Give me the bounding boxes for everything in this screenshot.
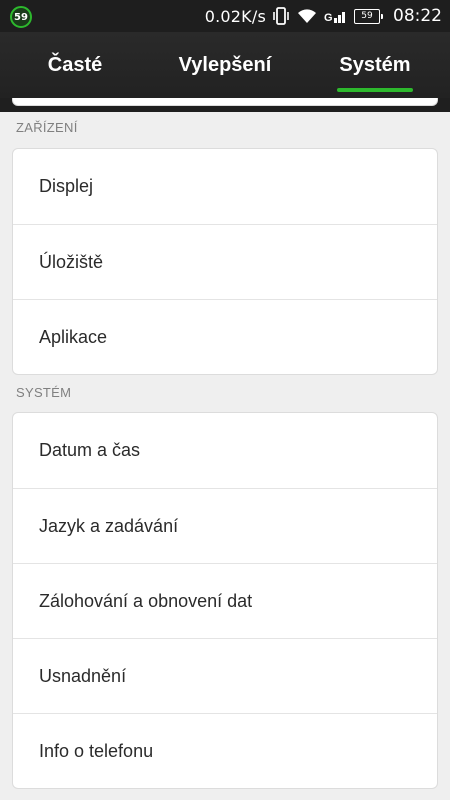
list-item-accessibility[interactable]: Usnadnění bbox=[13, 638, 437, 713]
wifi-icon bbox=[296, 7, 318, 25]
network-speed: 0.02K/s bbox=[204, 6, 266, 26]
section-header-system: SYSTÉM bbox=[16, 385, 72, 400]
list-item-about-phone[interactable]: Info o telefonu bbox=[13, 713, 437, 788]
list-item-display[interactable]: Displej bbox=[13, 149, 437, 224]
tab-caste[interactable]: Časté bbox=[0, 32, 150, 98]
battery-level: 59 bbox=[361, 11, 373, 21]
tab-bar: Časté Vylepšení Systém bbox=[0, 32, 450, 98]
clock: 08:22 bbox=[393, 6, 442, 26]
settings-list[interactable]: ZAŘÍZENÍ Displej Úložiště Aplikace SYSTÉ… bbox=[0, 98, 450, 800]
tab-label: Časté bbox=[47, 53, 103, 76]
tab-system[interactable]: Systém bbox=[300, 32, 450, 98]
system-settings-card: Datum a čas Jazyk a zadávání Zálohování … bbox=[12, 412, 438, 789]
tab-label: Vylepšení bbox=[178, 53, 272, 76]
list-item-apps[interactable]: Aplikace bbox=[13, 299, 437, 374]
svg-text:G: G bbox=[324, 12, 333, 24]
battery-icon: 59 bbox=[354, 8, 383, 24]
device-settings-card: Displej Úložiště Aplikace bbox=[12, 148, 438, 375]
status-bar-right: 0.02K/s G 59 08:22 bbox=[205, 0, 442, 32]
section-header-device: ZAŘÍZENÍ bbox=[16, 120, 78, 135]
vibrate-icon bbox=[272, 6, 290, 26]
tab-label: Systém bbox=[339, 53, 411, 76]
active-tab-indicator bbox=[337, 88, 413, 92]
signal-icon: G bbox=[324, 7, 348, 25]
tab-vylepseni[interactable]: Vylepšení bbox=[150, 32, 300, 98]
list-item-language-input[interactable]: Jazyk a zadávání bbox=[13, 488, 437, 563]
list-item-backup-reset[interactable]: Zálohování a obnovení dat bbox=[13, 563, 437, 638]
notification-badge: 59 bbox=[10, 6, 32, 28]
status-bar: 59 0.02K/s G 59 08:22 bbox=[0, 0, 450, 32]
list-item-date-time[interactable]: Datum a čas bbox=[13, 413, 437, 488]
previous-card-edge bbox=[12, 98, 438, 106]
list-item-storage[interactable]: Úložiště bbox=[13, 224, 437, 299]
